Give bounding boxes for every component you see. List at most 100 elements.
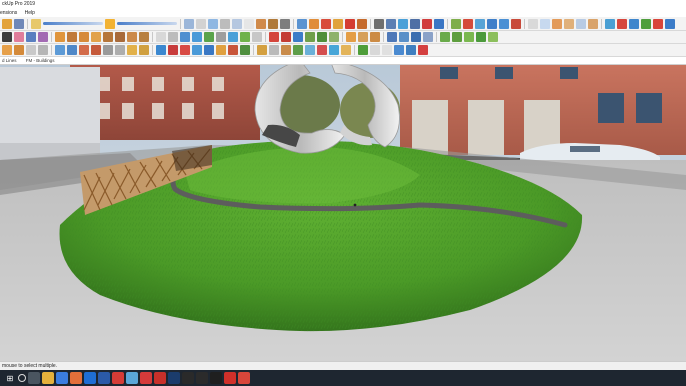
top-view-icon[interactable] [540,18,550,29]
scatter-icon[interactable] [358,45,368,55]
thrupaint-icon[interactable] [228,45,238,55]
axes-icon[interactable] [422,18,432,29]
layer-visible-icon[interactable] [168,32,178,42]
move-icon[interactable] [297,18,307,29]
group-icon[interactable] [26,45,36,55]
zoom-window-icon[interactable] [487,18,497,29]
section-fill-icon[interactable] [346,32,356,42]
paint-bucket-icon[interactable] [26,32,36,42]
style-builder-icon[interactable] [140,372,152,384]
field-of-view-icon[interactable] [423,32,433,42]
curviloft-icon[interactable] [204,45,214,55]
photos-icon[interactable] [98,372,110,384]
smoove-icon[interactable] [440,32,450,42]
solid-union-icon[interactable] [605,18,615,29]
eraser-icon[interactable] [14,32,24,42]
fredo-icon[interactable] [168,45,178,55]
intersect-faces-icon[interactable] [55,45,65,55]
flip-edge-icon[interactable] [488,32,498,42]
solid-intersect-icon[interactable] [653,18,663,29]
push-pull-icon[interactable] [309,18,319,29]
profile-builder-icon[interactable] [257,45,267,55]
save-icon[interactable] [14,18,24,29]
select-icon[interactable] [2,32,12,42]
sun-icon[interactable] [105,18,115,29]
chamfer-icon[interactable] [370,45,380,55]
scenes-icon[interactable] [180,32,190,42]
soften-edges-icon[interactable] [67,45,77,55]
freehand-icon[interactable] [67,32,77,42]
entity-info-icon[interactable] [228,32,238,42]
model-viewport[interactable] [0,65,686,361]
fredoscale-icon[interactable] [240,45,250,55]
materials-icon[interactable] [204,32,214,42]
drape-icon[interactable] [464,32,474,42]
mirror-icon[interactable] [394,45,404,55]
layers-icon[interactable] [156,32,166,42]
solid-split-icon[interactable] [641,18,651,29]
front-view-icon[interactable] [552,18,562,29]
previous-view-icon[interactable] [511,18,521,29]
right-view-icon[interactable] [564,18,574,29]
add-location-icon[interactable] [317,32,327,42]
pie-icon[interactable] [91,32,101,42]
orbit-icon[interactable] [451,18,461,29]
back-view-icon[interactable] [576,18,586,29]
weld-icon[interactable] [269,45,279,55]
line-icon[interactable] [55,32,65,42]
iso-view-icon[interactable] [528,18,538,29]
calendar-icon[interactable] [168,372,180,384]
protractor-icon[interactable] [398,18,408,29]
lock-icon[interactable] [127,45,137,55]
warehouse-icon[interactable] [269,32,279,42]
dimension-icon[interactable] [386,18,396,29]
reverse-faces-icon[interactable] [79,45,89,55]
follow-me-icon[interactable] [333,18,343,29]
array-icon[interactable] [406,45,416,55]
left-view-icon[interactable] [588,18,598,29]
display-section-cuts-icon[interactable] [370,32,380,42]
hide-icon[interactable] [103,45,113,55]
joint-push-pull-icon[interactable] [192,45,202,55]
styles-icon[interactable] [196,18,206,29]
display-section-planes-icon[interactable] [358,32,368,42]
unhide-icon[interactable] [115,45,125,55]
make-component-icon[interactable] [38,32,48,42]
wireframe-icon[interactable] [232,18,242,29]
stamp-icon[interactable] [452,32,462,42]
artisan-icon[interactable] [317,45,327,55]
explode-icon[interactable] [38,45,48,55]
vertex-tools-icon[interactable] [329,45,339,55]
back-edges-icon[interactable] [220,18,230,29]
geo-location-icon[interactable] [305,32,315,42]
extrude-edges-icon[interactable] [281,45,291,55]
skimp-icon[interactable] [341,45,351,55]
pdf-icon[interactable] [224,372,236,384]
trimble-connect-icon[interactable] [293,32,303,42]
follow-me-extra-icon[interactable] [14,45,24,55]
xray-icon[interactable] [208,18,218,29]
shadow-icon[interactable] [31,18,41,29]
zoom-icon[interactable] [475,18,485,29]
pan-icon[interactable] [463,18,473,29]
solid-subtract-icon[interactable] [617,18,627,29]
store-icon[interactable] [70,372,82,384]
typora-icon[interactable] [210,372,222,384]
solid-shell-icon[interactable] [665,18,675,29]
file-explorer-icon[interactable] [42,372,54,384]
scale-icon[interactable] [345,18,355,29]
rotate-icon[interactable] [321,18,331,29]
hidden-line-icon[interactable] [244,18,254,29]
position-camera-icon[interactable] [387,32,397,42]
tape-icon[interactable] [374,18,384,29]
layout-icon[interactable] [126,372,138,384]
polygon-icon[interactable] [139,32,149,42]
unlock-icon[interactable] [139,45,149,55]
outliner-icon[interactable] [216,32,226,42]
task-view-icon[interactable] [28,372,40,384]
menu-item-extensions[interactable]: ensions [0,9,17,17]
text-icon[interactable] [410,18,420,29]
round-corner-icon[interactable] [180,45,190,55]
chrome-icon[interactable] [56,372,68,384]
shaded-icon[interactable] [256,18,266,29]
